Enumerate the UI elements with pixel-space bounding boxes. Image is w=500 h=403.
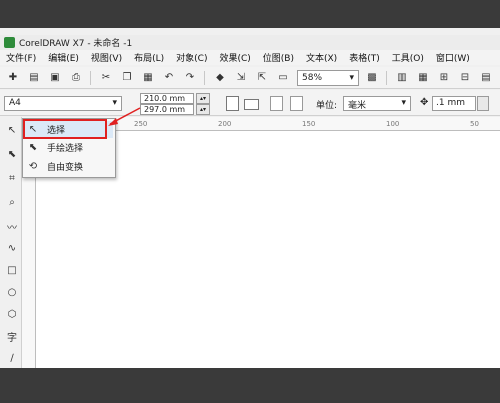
annotation-arrow-head	[108, 118, 118, 126]
annotation-arrow	[108, 107, 141, 126]
